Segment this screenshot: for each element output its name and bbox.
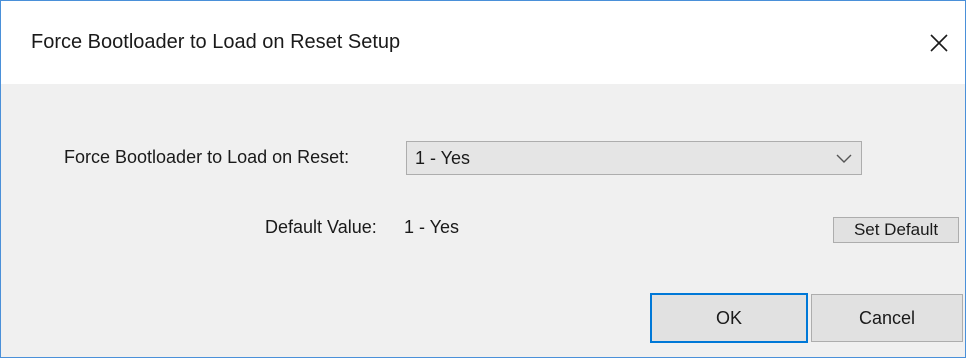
- default-value-text: 1 - Yes: [404, 217, 460, 237]
- dialog-title: Force Bootloader to Load on Reset Setup: [31, 31, 401, 53]
- dialog-body: Force Bootloader to Load on Reset: 1 - Y…: [1, 84, 965, 357]
- close-button[interactable]: [919, 23, 959, 63]
- dialog-window: Force Bootloader to Load on Reset Setup …: [0, 0, 966, 358]
- close-icon: [930, 34, 948, 52]
- default-value-label: Default Value:: [265, 217, 377, 237]
- set-default-button[interactable]: Set Default: [833, 217, 959, 243]
- title-bar: Force Bootloader to Load on Reset Setup: [1, 1, 965, 84]
- bootloader-select[interactable]: 1 - Yes: [406, 141, 862, 175]
- chevron-down-icon[interactable]: [835, 151, 853, 165]
- cancel-button[interactable]: Cancel: [811, 294, 963, 342]
- bootloader-field-label: Force Bootloader to Load on Reset:: [64, 147, 350, 167]
- ok-button[interactable]: OK: [650, 293, 808, 343]
- bootloader-select-value: 1 - Yes: [415, 148, 471, 168]
